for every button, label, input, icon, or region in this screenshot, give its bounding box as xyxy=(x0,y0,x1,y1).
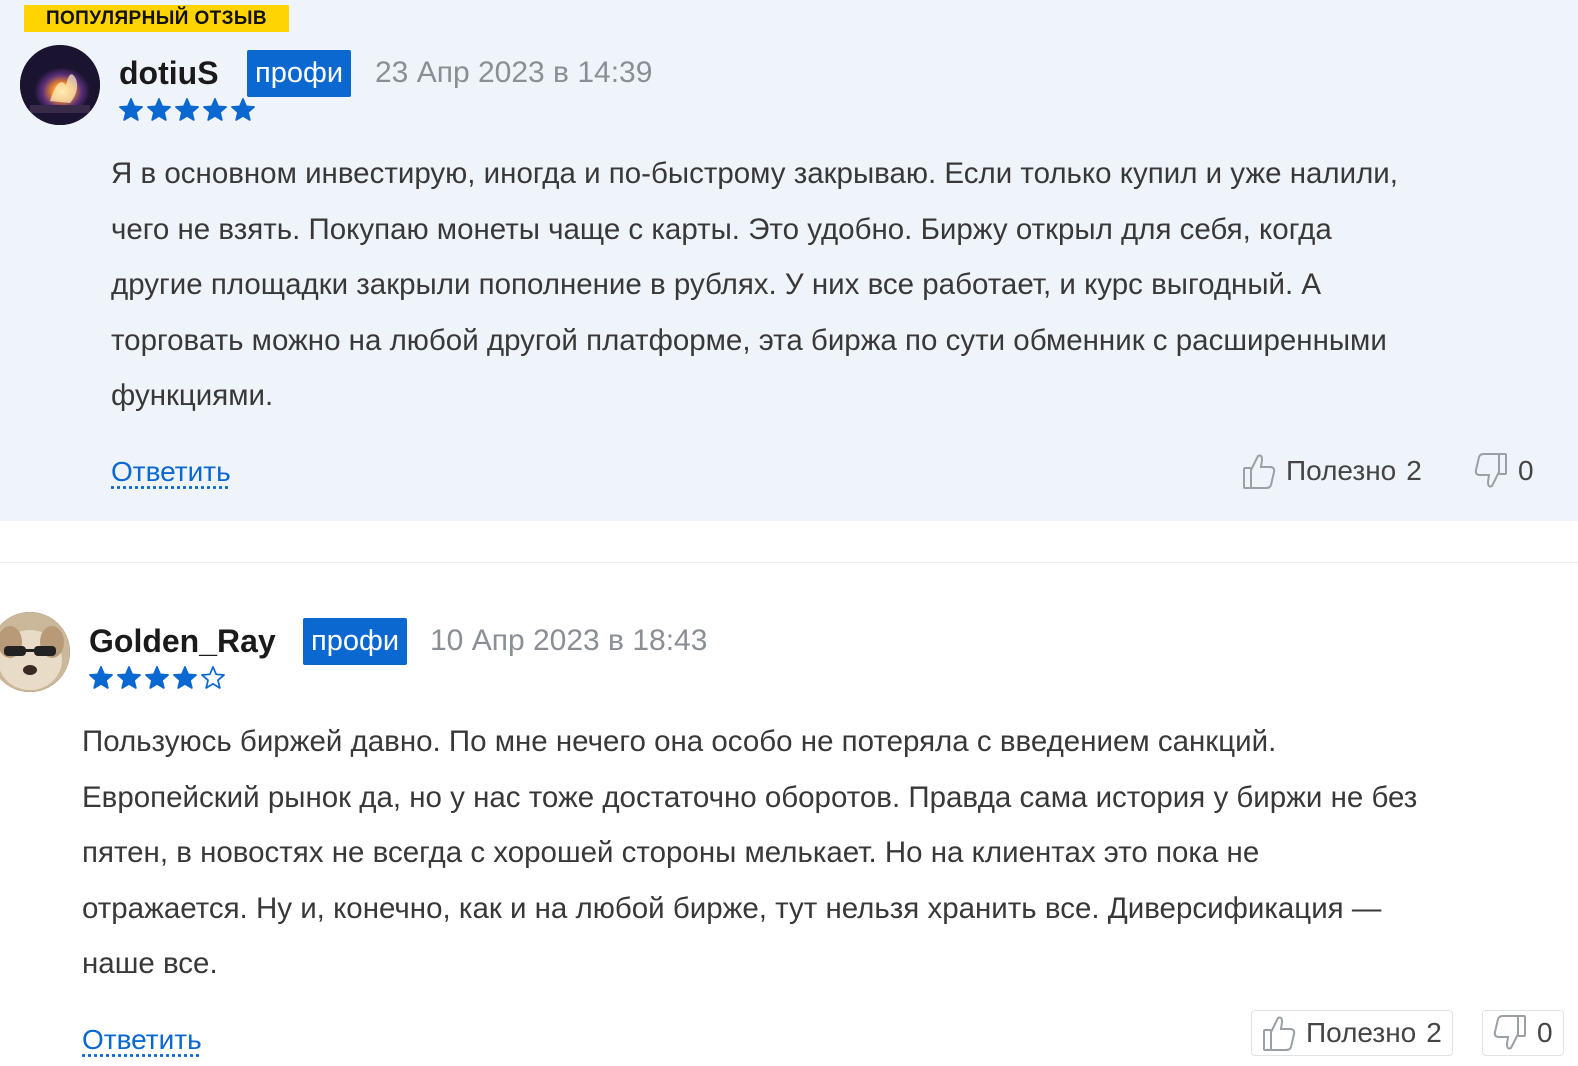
popular-review-badge: ПОПУЛЯРНЫЙ ОТЗЫВ xyxy=(24,5,289,32)
unhelpful-count: 0 xyxy=(1518,455,1534,486)
avatar[interactable] xyxy=(20,45,100,125)
thumbs-down-icon xyxy=(1474,452,1508,490)
review-date: 23 Апр 2023 в 14:39 xyxy=(375,56,653,89)
rating-stars xyxy=(88,665,226,691)
profi-badge: профи xyxy=(247,50,352,97)
username[interactable]: Golden_Ray xyxy=(89,621,276,661)
username[interactable]: dotiuS xyxy=(119,53,219,93)
reply-link[interactable]: Ответить xyxy=(111,454,231,490)
unhelpful-button[interactable]: 0 xyxy=(1482,1010,1564,1056)
star-filled-icon xyxy=(173,666,197,689)
helpful-button[interactable]: Полезно 2 xyxy=(1251,1010,1453,1056)
star-filled-icon xyxy=(147,98,171,121)
star-filled-icon xyxy=(89,666,113,689)
thumbs-up-icon xyxy=(1262,1014,1296,1052)
helpful-label: Полезно xyxy=(1306,1017,1417,1048)
reply-link[interactable]: Ответить xyxy=(82,1022,202,1058)
review-text-line: отражается. Ну и, конечно, как и на любо… xyxy=(82,891,1382,925)
avatar[interactable] xyxy=(0,612,70,692)
star-filled-icon xyxy=(117,666,141,689)
thumbs-up-icon xyxy=(1242,452,1276,490)
star-filled-icon xyxy=(175,98,199,121)
review-text-line: торговать можно на любой другой платформ… xyxy=(111,323,1387,357)
unhelpful-count: 0 xyxy=(1537,1017,1553,1048)
helpful-label: Полезно xyxy=(1286,455,1397,486)
review-text-line: пятен, в новостях не всегда с хорошей ст… xyxy=(82,836,1260,869)
review-text-line: функциями. xyxy=(111,379,274,412)
star-filled-icon xyxy=(145,666,169,689)
star-filled-icon xyxy=(119,98,143,121)
review-text-line: другие площадки закрыли пополнение в руб… xyxy=(111,268,1322,301)
review-text-line: Пользуюсь биржей давно. По мне нечего он… xyxy=(82,725,1277,758)
review-text: Пользуюсь биржей давно. По мне нечего он… xyxy=(82,714,1417,992)
helpful-button[interactable]: Полезно 2 xyxy=(1242,451,1422,491)
divider xyxy=(0,562,1578,563)
review-card-popular: ПОПУЛЯРНЫЙ ОТЗЫВ dotiuS профи 23 Апр 202… xyxy=(0,0,1578,521)
helpful-count: 2 xyxy=(1406,455,1422,486)
star-filled-icon xyxy=(231,98,255,121)
reviews-page: ПОПУЛЯРНЫЙ ОТЗЫВ dotiuS профи 23 Апр 202… xyxy=(0,0,1578,1066)
review-text-line: Европейский рынок да, но у нас тоже дост… xyxy=(82,780,1418,814)
review-text-line: чего не взять. Покупаю монеты чаще с кар… xyxy=(111,212,1332,246)
review-text: Я в основном инвестирую, иногда и по-быс… xyxy=(111,146,1398,424)
review-date: 10 Апр 2023 в 18:43 xyxy=(430,624,708,657)
star-filled-icon xyxy=(203,98,227,121)
helpful-count: 2 xyxy=(1426,1017,1442,1048)
thumbs-down-icon xyxy=(1493,1014,1527,1052)
review-text-line: наше все. xyxy=(82,947,218,980)
star-empty-icon xyxy=(201,666,225,689)
rating-stars xyxy=(118,97,256,123)
profi-badge: профи xyxy=(303,618,408,665)
review-text-line: Я в основном инвестирую, иногда и по-быс… xyxy=(111,157,1398,190)
unhelpful-button[interactable]: 0 xyxy=(1474,451,1534,491)
